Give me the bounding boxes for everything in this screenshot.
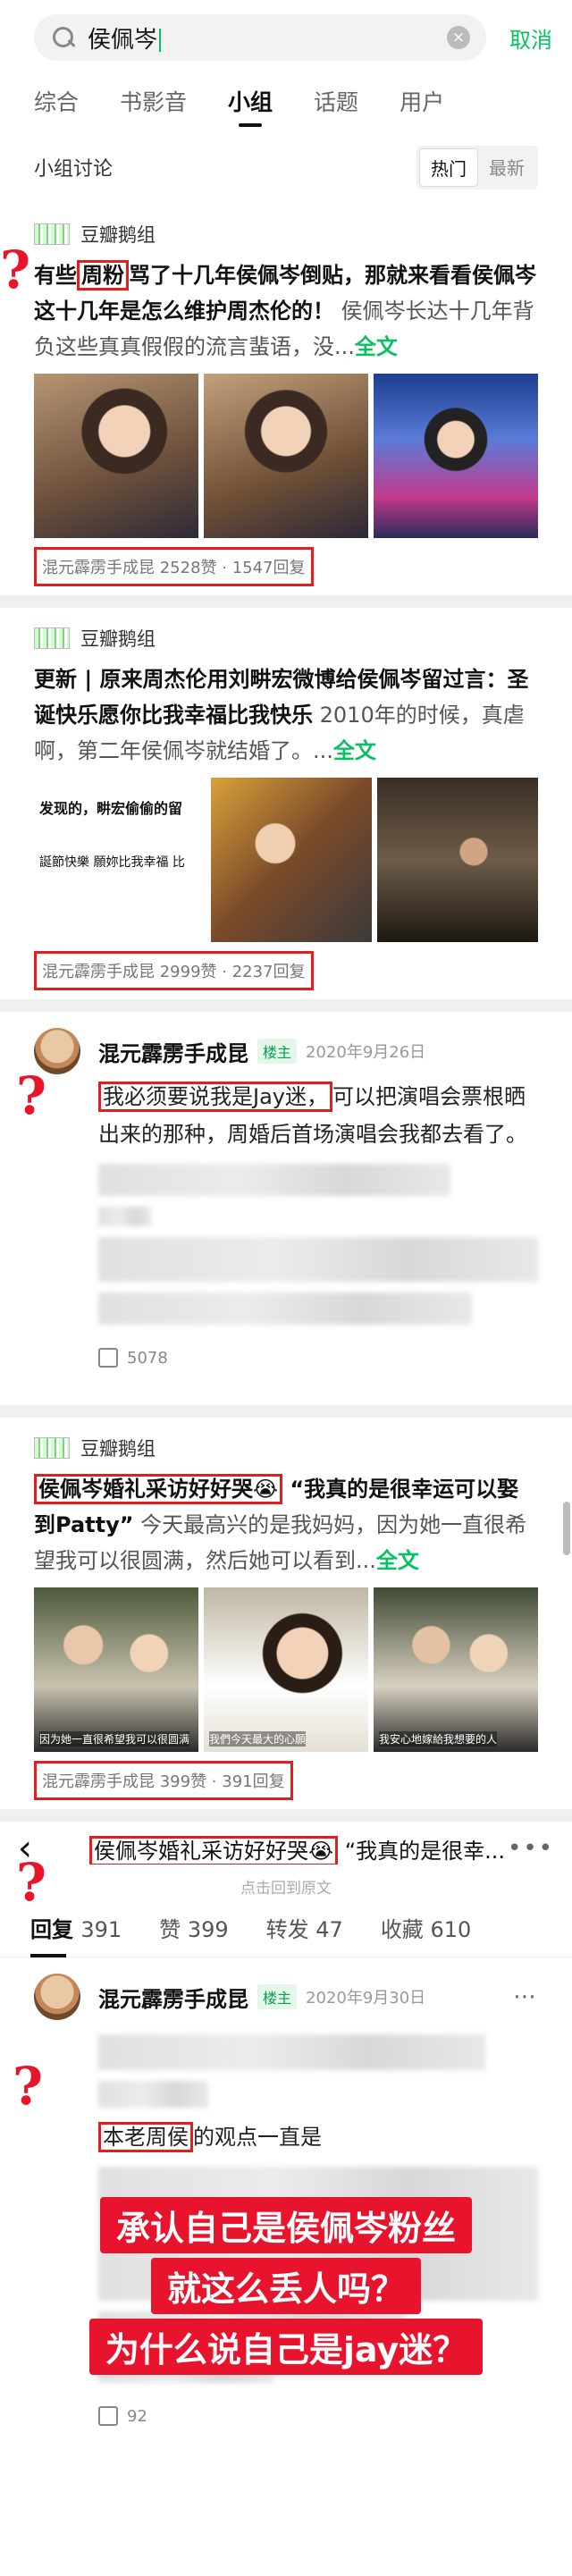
search-tabs: 综合 书影音 小组 话题 用户	[0, 75, 572, 130]
blurred-content	[98, 1292, 473, 1325]
post-image[interactable]: 我們今天最大的心願	[204, 1587, 368, 1752]
like-count: 5078	[127, 1348, 168, 1368]
blurred-content	[98, 2034, 485, 2070]
like-count: 92	[127, 2406, 147, 2426]
thumb-up-icon[interactable]	[98, 2406, 118, 2426]
section-title: 小组讨论	[34, 158, 114, 181]
blurred-content	[98, 1237, 538, 1282]
group-logo	[34, 627, 70, 649]
highlight-box: 侯佩岑婚礼采访好好哭😭	[34, 1474, 283, 1504]
question-mark-icon: ?	[13, 2056, 43, 2117]
blurred-content	[98, 1207, 152, 1226]
group-name[interactable]: 豆瓣鹅组	[80, 1435, 156, 1461]
search-bar: 侯佩岑 × 取消	[0, 0, 572, 75]
highlight-box: 周粉	[77, 260, 129, 290]
highlight-box: 本老周侯	[98, 2122, 193, 2152]
post-images: 发现的，畊宏偷偷的留 誕節快樂 願妳比我幸福 比	[34, 778, 538, 942]
tab-likes[interactable]: 赞 399	[159, 1912, 228, 1943]
post-image[interactable]	[377, 778, 538, 942]
post-text: 侯佩岑婚礼采访好好哭😭 “我真的是很幸运可以娶到Patty” 今天最高兴的是我妈…	[34, 1471, 538, 1578]
post-meta: 混元霹雳手成昆 399赞 · 391回复	[34, 1761, 293, 1800]
divider	[0, 1405, 572, 1418]
scrollbar[interactable]	[563, 1502, 570, 1555]
sort-hot-button[interactable]: 热门	[419, 147, 478, 187]
tab-topics[interactable]: 话题	[314, 75, 358, 130]
screenshot-page: 侯佩岑 × 取消 综合 书影音 小组 话题 用户 小组讨论 热门 最新 ? 豆瓣…	[0, 0, 572, 2576]
post-meta: 混元霹雳手成昆 2528赞 · 1547回复	[34, 547, 314, 586]
stats-row: ? 回复 391 赞 399 转发 47 收藏 610	[0, 1852, 572, 1957]
full-text-link[interactable]: 全文	[333, 738, 376, 763]
author-badge: 楼主	[257, 1984, 298, 2009]
like-row: 5078	[34, 1335, 538, 1380]
question-mark-icon: ?	[0, 240, 30, 300]
post-text: 有些 周粉 骂了十几年侯佩岑倒贴，那就来看看侯佩岑这十几年是怎么维护周杰伦的！ 侯佩…	[34, 257, 538, 365]
post-image[interactable]: 我安心地嫁給我想要的人	[374, 1587, 538, 1752]
more-options-icon[interactable]: ⋯	[513, 1983, 538, 2010]
post-image[interactable]	[374, 374, 538, 538]
tab-reposts[interactable]: 转发 47	[266, 1912, 343, 1943]
divider	[0, 999, 572, 1012]
overlay-caption: 承认自己是侯佩岑粉丝	[0, 2197, 572, 2253]
post-image[interactable]	[211, 778, 372, 942]
post-card[interactable]: 豆瓣鹅组 侯佩岑婚礼采访好好哭😭 “我真的是很幸运可以娶到Patty” 今天最高…	[0, 1418, 572, 1809]
sort-toggle: 热门 最新	[416, 145, 538, 189]
back-to-original-link[interactable]: 点击回到原文	[0, 1875, 572, 1898]
blurred-content	[98, 1164, 450, 1196]
tab-users[interactable]: 用户	[400, 75, 444, 130]
post-card[interactable]: ? 豆瓣鹅组 有些 周粉 骂了十几年侯佩岑倒贴，那就来看看侯佩岑这十几年是怎么维护周…	[0, 204, 572, 595]
more-options-icon[interactable]: •••	[508, 1835, 554, 1862]
comment-author[interactable]: 混元霹雳手成昆	[98, 1036, 248, 1067]
group-name[interactable]: 豆瓣鹅组	[80, 625, 156, 652]
detail-header: ‹ 侯佩岑婚礼采访好好哭😭 “我真的是很幸... •••	[0, 1822, 572, 1875]
search-box[interactable]: 侯佩岑 ×	[34, 14, 486, 61]
group-name[interactable]: 豆瓣鹅组	[80, 221, 156, 248]
full-text-link[interactable]: 全文	[355, 334, 398, 359]
post-text: 更新 | 原来周杰伦用刘畊宏微博给侯佩岑留过言：圣诞快乐愿你比我幸福比我快乐 2…	[34, 667, 529, 763]
group-logo	[34, 223, 70, 245]
question-mark-icon: ?	[16, 1852, 46, 1913]
post-image[interactable]: 因为她一直很希望我可以很圆满	[34, 1587, 198, 1752]
tab-replies[interactable]: 回复 391	[30, 1912, 122, 1957]
blurred-content	[98, 2081, 208, 2108]
post-image[interactable]	[204, 374, 368, 538]
tab-groups[interactable]: 小组	[228, 75, 273, 130]
post-card[interactable]: 豆瓣鹅组 更新 | 原来周杰伦用刘畊宏微博给侯佩岑留过言：圣诞快乐愿你比我幸福比…	[0, 608, 572, 999]
comment-date: 2020年9月30日	[306, 1989, 426, 2008]
post-image[interactable]: 发现的，畊宏偷偷的留 誕節快樂 願妳比我幸福 比	[34, 778, 206, 942]
highlight-box: 我必须要说我是Jay迷，	[98, 1082, 332, 1112]
avatar[interactable]	[34, 1974, 80, 2020]
detail-title[interactable]: 侯佩岑婚礼采访好好哭😭 “我真的是很幸...	[89, 1833, 508, 1865]
post-meta: 混元霹雳手成昆 2999赞 · 2237回复	[34, 951, 314, 990]
post-image[interactable]	[34, 374, 198, 538]
comment-date: 2020年9月26日	[306, 1043, 426, 1062]
post-images: 因为她一直很希望我可以很圆满 我們今天最大的心願 我安心地嫁給我想要的人	[34, 1587, 538, 1752]
comment-author[interactable]: 混元霹雳手成昆	[98, 1982, 248, 2013]
divider	[0, 1809, 572, 1822]
tab-books-movies-music[interactable]: 书影音	[120, 75, 187, 130]
question-mark-icon: ?	[16, 1065, 46, 1126]
tab-comprehensive[interactable]: 综合	[34, 75, 79, 130]
clear-icon[interactable]: ×	[447, 26, 470, 49]
avatar[interactable]	[34, 1028, 80, 1074]
post-images	[34, 374, 538, 538]
sort-new-button[interactable]: 最新	[478, 148, 535, 187]
thumb-up-icon[interactable]	[98, 1348, 118, 1368]
search-icon	[50, 24, 77, 51]
tab-collections[interactable]: 收藏 610	[381, 1912, 471, 1943]
full-text-link[interactable]: 全文	[376, 1548, 419, 1573]
comment[interactable]: ? 混元霹雳手成昆 楼主 2020年9月26日 我必须要说我是Jay迷， 可以把演…	[0, 1012, 572, 1405]
divider	[0, 595, 572, 608]
overlay-caption: 为什么说自己是jay迷？	[0, 2319, 572, 2375]
comment-body: 我必须要说我是Jay迷， 可以把演唱会票根晒出来的那种，周婚后首场演唱会我都去看了…	[34, 1078, 538, 1325]
like-row: 92	[34, 2394, 538, 2438]
group-logo	[34, 1437, 70, 1459]
section-header: 小组讨论 热门 最新	[0, 130, 572, 204]
author-badge: 楼主	[257, 1039, 298, 1064]
overlay-caption: 就这么丢人吗？	[0, 2258, 572, 2314]
cancel-button[interactable]: 取消	[509, 22, 552, 54]
search-input[interactable]: 侯佩岑	[88, 21, 447, 55]
